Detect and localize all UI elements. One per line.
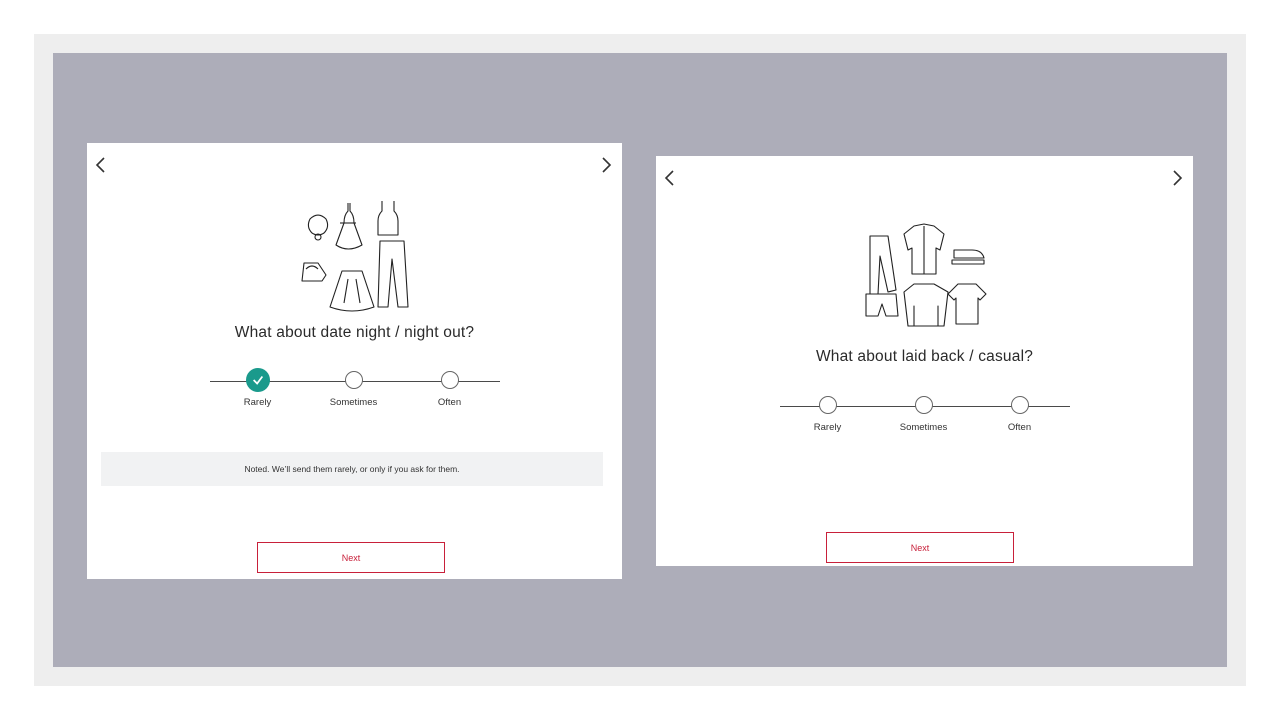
scale-label: Often bbox=[437, 397, 462, 408]
radio-circle[interactable] bbox=[818, 396, 837, 414]
feedback-note: Noted. We’ll send them rarely, or only i… bbox=[101, 452, 603, 486]
next-button[interactable]: Next bbox=[826, 532, 1014, 563]
scale-option-often[interactable]: Often bbox=[410, 371, 490, 408]
scale-label: Sometimes bbox=[899, 422, 948, 433]
check-icon[interactable] bbox=[245, 368, 270, 392]
dressy-clothes-illustration bbox=[290, 199, 420, 314]
question-title: What about laid back / casual? bbox=[815, 348, 1034, 365]
scale-option-often[interactable]: Often bbox=[980, 396, 1060, 433]
radio-circle[interactable] bbox=[1010, 396, 1029, 414]
forward-arrow-icon[interactable] bbox=[1167, 168, 1187, 188]
radio-circle[interactable] bbox=[440, 371, 459, 389]
scale-label: Rarely bbox=[813, 422, 842, 433]
scale-option-rarely[interactable]: Rarely bbox=[218, 368, 298, 408]
scale-label: Often bbox=[1007, 422, 1032, 433]
radio-circle[interactable] bbox=[914, 396, 933, 414]
scale-option-sometimes[interactable]: Sometimes bbox=[314, 371, 394, 408]
frequency-scale: Rarely Sometimes Often bbox=[779, 396, 1070, 446]
quiz-card-casual: What about laid back / casual? Rarely So… bbox=[656, 156, 1193, 566]
quiz-card-date-night: What about date night / night out? Rarel… bbox=[87, 143, 622, 579]
question-title: What about date night / night out? bbox=[234, 324, 475, 341]
scale-option-rarely[interactable]: Rarely bbox=[788, 396, 868, 433]
scale-label: Rarely bbox=[243, 397, 272, 408]
radio-circle[interactable] bbox=[344, 371, 363, 389]
scale-option-sometimes[interactable]: Sometimes bbox=[884, 396, 964, 433]
scale-label: Sometimes bbox=[329, 397, 378, 408]
frequency-scale: Rarely Sometimes Often bbox=[209, 368, 500, 421]
back-arrow-icon[interactable] bbox=[91, 155, 111, 175]
casual-clothes-illustration bbox=[860, 222, 990, 337]
next-button[interactable]: Next bbox=[257, 542, 445, 573]
forward-arrow-icon[interactable] bbox=[596, 155, 616, 175]
back-arrow-icon[interactable] bbox=[660, 168, 680, 188]
